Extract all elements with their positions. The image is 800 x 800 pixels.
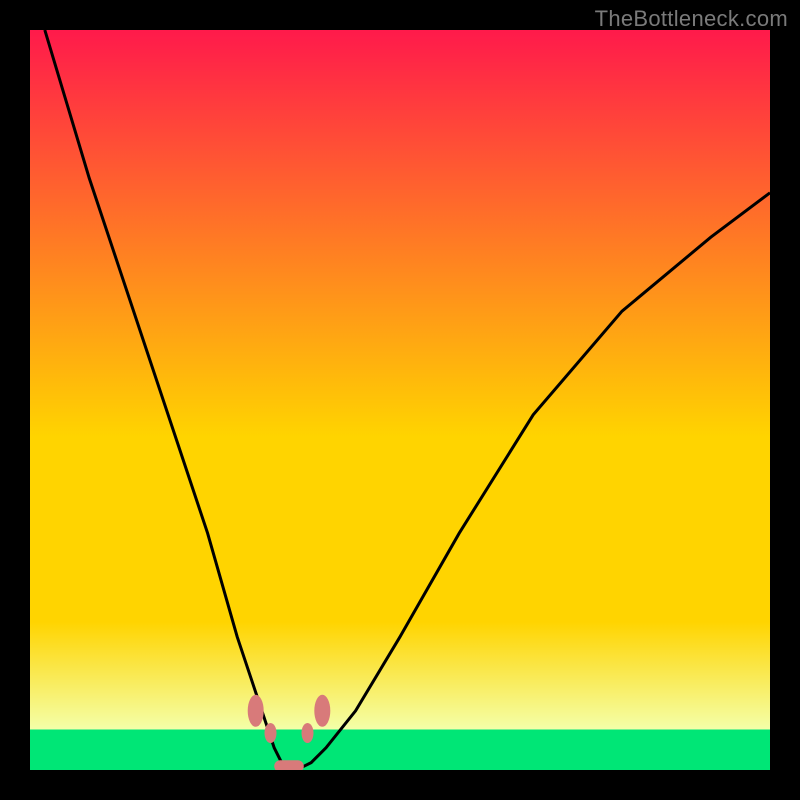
gradient-background — [30, 30, 770, 770]
marker-trough — [274, 760, 304, 770]
marker-dot — [248, 695, 264, 727]
chart-svg — [30, 30, 770, 770]
marker-dot — [314, 695, 330, 727]
marker-dot — [265, 723, 277, 743]
marker-dot — [302, 723, 314, 743]
watermark-text: TheBottleneck.com — [595, 6, 788, 32]
chart-area — [30, 30, 770, 770]
